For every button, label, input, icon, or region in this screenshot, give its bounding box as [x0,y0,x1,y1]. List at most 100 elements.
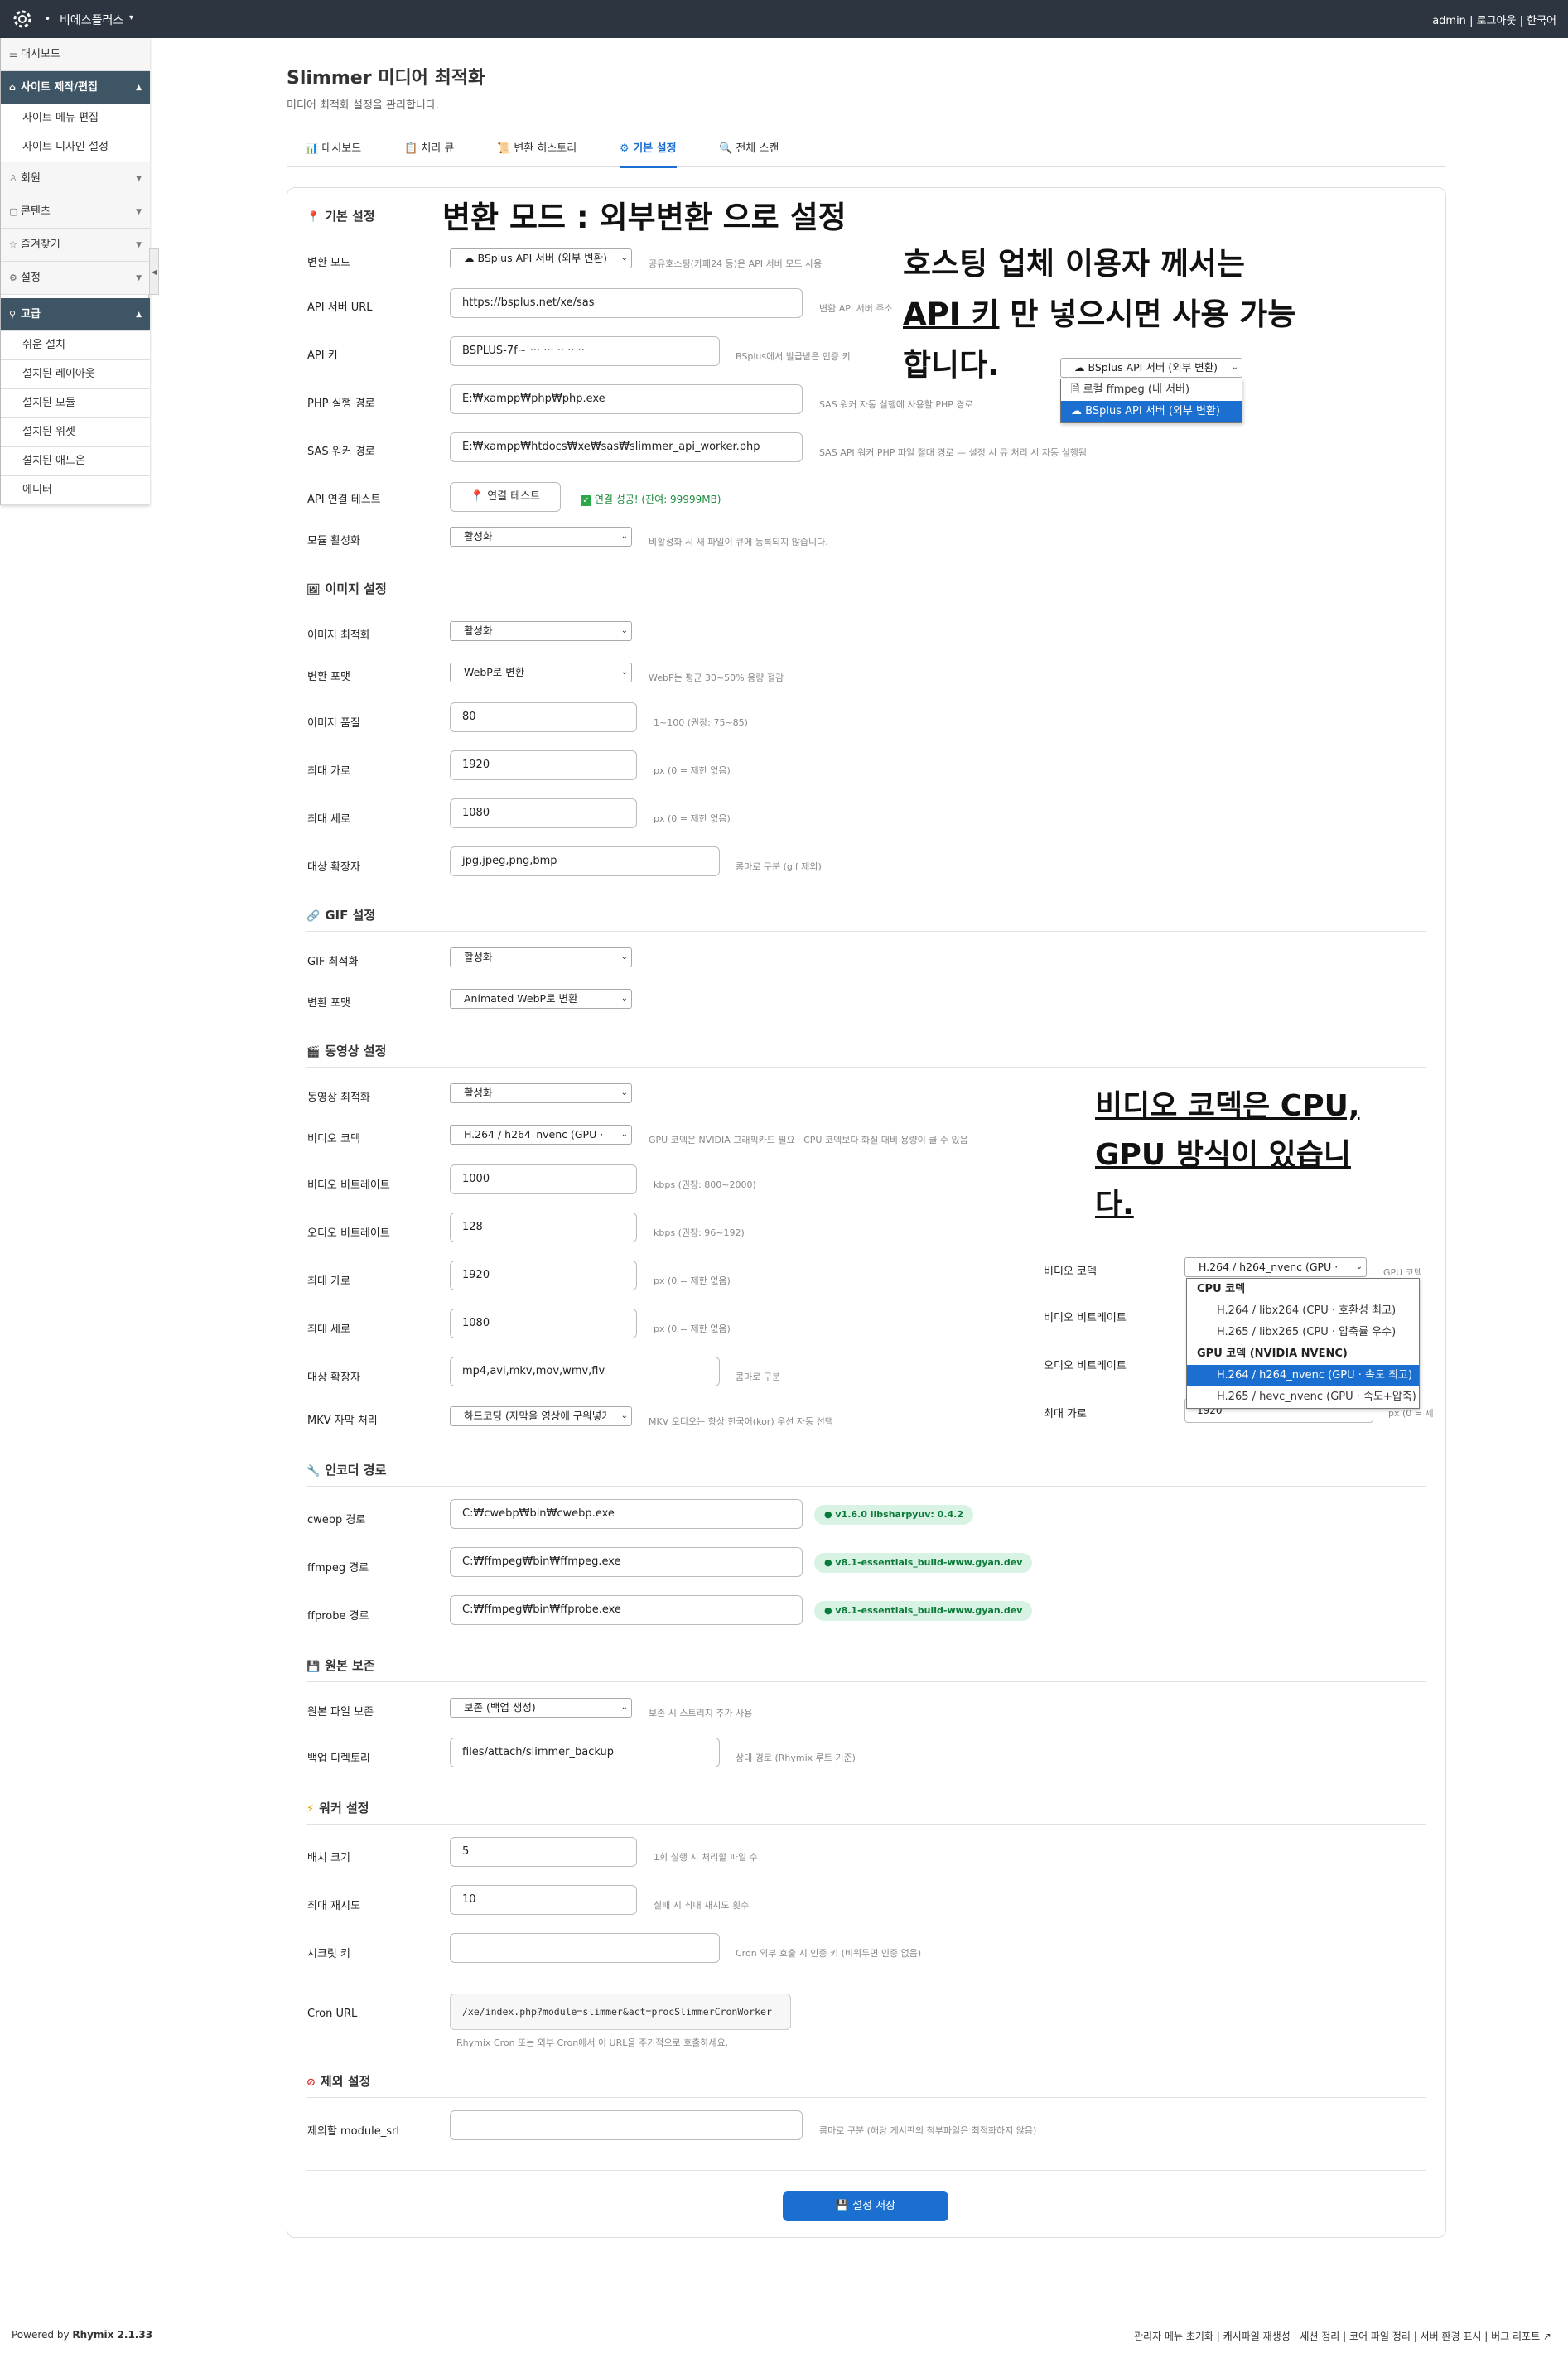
gif-format-label: 변환 포맷 [307,997,350,1010]
image-format-select[interactable]: WebP로 변환 ⌄ [450,663,632,682]
page-description: 미디어 최적화 설정을 관리합니다. [287,99,439,112]
section-video: 🎬 동영상 설정 [306,1044,387,1058]
tab-queue[interactable]: 📋 처리 큐 [404,139,454,155]
annotation-codec: 비디오 코덱은 CPU, GPU 방식이 있습니 다. [1095,1089,1360,1222]
sidebar-item-dashboard[interactable]: ☰ 대시보드 [1,38,150,71]
image-quality-input[interactable]: 80 [450,702,637,732]
video-opt-select[interactable]: 활성화 ⌄ [450,1083,632,1103]
sas-path-input[interactable]: E:₩xampp₩htdocs₩xe₩sas₩slimmer_api_worke… [450,432,803,462]
snippet-abitrate-label: 오디오 비트레이트 [1044,1360,1127,1372]
chevron-down-icon: ⌄ [1231,363,1238,372]
image-ext-input[interactable]: jpg,jpeg,png,bmp [450,846,720,876]
video-max-height-input[interactable]: 1080 [450,1309,637,1338]
language-link[interactable]: 한국어 [1527,15,1556,27]
page-title: Slimmer 미디어 최적화 [287,68,485,89]
sidebar-item-members[interactable]: ♙ 회원 ▼ [1,162,150,195]
gear-icon: ⚙ [9,272,17,283]
sidebar-item-favorites[interactable]: ☆ 즐겨찾기 ▼ [1,229,150,262]
batch-size-input[interactable]: 5 [450,1837,637,1867]
image-max-height-input[interactable]: 1080 [450,798,637,828]
mode-select[interactable]: ☁ BSplus API 서버 (외부 변환) ⌄ [450,248,632,268]
api-url-input[interactable]: https://bsplus.net/xe/sas [450,288,803,318]
sidebar-sub-site-menu[interactable]: 사이트 메뉴 편집 [1,104,150,133]
mode-option-api[interactable]: ☁ BSplus API 서버 (외부 변환) [1061,401,1242,422]
tab-full-scan[interactable]: 🔍 전체 스캔 [719,139,779,155]
sidebar-sub-site-design[interactable]: 사이트 디자인 설정 [1,133,150,162]
chevron-down-icon: ⌄ [620,1088,628,1097]
image-opt-select[interactable]: 활성화 ⌄ [450,621,632,641]
footer-links[interactable]: 관리자 메뉴 초기화 | 캐시파일 재생성 | 세션 정리 | 코어 파일 정리… [1134,2329,1551,2343]
sidebar-item-settings[interactable]: ⚙ 설정 ▼ [1,262,150,295]
audio-bitrate-input[interactable]: 128 [450,1213,637,1242]
max-retry-input[interactable]: 10 [450,1885,637,1915]
codec-group-cpu: CPU 코덱 [1197,1283,1246,1295]
logout-link[interactable]: 로그아웃 [1477,15,1517,27]
module-enable-select[interactable]: 활성화 ⌄ [450,527,632,547]
sidebar-sub-editor[interactable]: 에디터 [1,476,150,505]
admin-sidebar: ☰ 대시보드 ⌂ 사이트 제작/편집 ▲ 사이트 메뉴 편집 사이트 디자인 설정 ♙… [0,38,150,505]
image-icon: 🖼 [306,584,321,596]
sidebar-item-contents[interactable]: ▢ 콘텐츠 ▼ [1,195,150,229]
sidebar-collapse-handle[interactable]: ◀ [149,248,159,295]
sidebar-sub-modules[interactable]: 설치된 모듈 [1,389,150,418]
codec-option-libx265[interactable]: H.265 / libx265 (CPU · 압축률 우수) [1187,1322,1419,1343]
codec-select-snippet[interactable]: H.264 / h264_nvenc (GPU · 속도 최고)⌄ [1184,1257,1367,1277]
chevron-down-icon: ⌄ [620,952,628,962]
save-settings-button[interactable]: 💾 설정 저장 [783,2191,948,2221]
exclude-srl-input[interactable] [450,2110,803,2140]
backup-dir-input[interactable]: files/attach/slimmer_backup [450,1738,720,1767]
save-icon: 💾 [835,2200,853,2212]
video-ext-input[interactable]: mp4,avi,mkv,mov,wmv,flv [450,1357,720,1386]
snippet-vbitrate-label: 비디오 비트레이트 [1044,1312,1127,1324]
image-max-width-input[interactable]: 1920 [450,750,637,780]
section-gif: 🔗 GIF 설정 [306,908,376,923]
sidebar-sub-easy-install[interactable]: 쉬운 설치 [1,331,150,360]
link-icon: 🔗 [306,910,321,923]
image-max-width-label: 최대 가로 [307,765,350,778]
cron-url-code[interactable]: /xe/index.php?module=slimmer&act=procSli… [450,1994,791,2030]
ffmpeg-path-input[interactable]: C:₩ffmpeg₩bin₩ffmpeg.exe [450,1547,803,1577]
php-path-input[interactable]: E:₩xampp₩php₩php.exe [450,384,803,414]
document-icon: ▢ [9,206,18,217]
api-key-input[interactable]: BSPLUS-7f~ ··· ··· ·· ·· ·· [450,336,720,366]
gif-opt-select[interactable]: 활성화 ⌄ [450,947,632,967]
chevron-down-icon[interactable]: ▾ [129,13,133,22]
ffprobe-path-input[interactable]: C:₩ffmpeg₩bin₩ffprobe.exe [450,1595,803,1625]
chevron-down-icon: ⌄ [620,1130,628,1139]
sidebar-sub-addons[interactable]: 설치된 애드온 [1,447,150,476]
codec-option-libx264[interactable]: H.264 / libx264 (CPU · 호환성 최고) [1187,1300,1419,1322]
annotation-mode: 변환 모드 : 외부변환 으로 설정 [442,200,847,235]
gif-format-select[interactable]: Animated WebP로 변환 ⌄ [450,989,632,1009]
rhymix-link[interactable]: Rhymix 2.1.33 [72,2329,152,2341]
video-max-width-input[interactable]: 1920 [450,1261,637,1290]
cwebp-path-input[interactable]: C:₩cwebp₩bin₩cwebp.exe [450,1499,803,1529]
user-name-link[interactable]: admin [1432,15,1466,27]
mode-option-local[interactable]: 🗎 로컬 ffmpeg (내 서버) [1061,379,1242,401]
gear-logo-icon[interactable] [12,8,33,30]
chevron-down-icon: ⌄ [1355,1262,1363,1271]
tab-history[interactable]: 📜 변환 히스토리 [497,139,577,155]
tab-basic-settings[interactable]: ⚙ 기본 설정 [620,139,677,168]
connection-test-button[interactable]: 📍 연결 테스트 [450,482,561,512]
image-max-height-label: 최대 세로 [307,813,350,826]
sidebar-item-site[interactable]: ⌂ 사이트 제작/편집 ▲ [1,71,150,104]
mode-select-snippet[interactable]: ☁ BSplus API 서버 (외부 변환) ⌄ [1060,358,1242,378]
video-codec-select[interactable]: H.264 / h264_nvenc (GPU · 속도 최고)⌄ [450,1125,632,1145]
sidebar-sub-layouts[interactable]: 설치된 레이아웃 [1,360,150,389]
gear-icon: ⚙ [620,142,634,155]
sidebar-sub-widgets[interactable]: 설치된 위젯 [1,418,150,447]
secret-key-input[interactable] [450,1933,720,1963]
tab-dashboard[interactable]: 📊 대시보드 [305,139,361,155]
video-bitrate-input[interactable]: 1000 [450,1164,637,1194]
sidebar-item-advanced[interactable]: ⚲ 고급 ▲ [1,298,150,331]
video-bitrate-label: 비디오 비트레이트 [307,1179,390,1192]
site-name-link[interactable]: 비에스플러스 [60,12,123,28]
codec-option-h264-nvenc[interactable]: H.264 / h264_nvenc (GPU · 속도 최고) [1187,1365,1419,1386]
secret-key-label: 시크릿 키 [307,1948,350,1960]
keep-original-select[interactable]: 보존 (백업 생성) ⌄ [450,1698,632,1718]
mkv-subtitle-label: MKV 자막 처리 [307,1415,378,1427]
pin-icon: 📍 [470,490,488,503]
codec-option-hevc-nvenc[interactable]: H.265 / hevc_nvenc (GPU · 속도+압축) [1187,1386,1419,1408]
chevron-up-icon: ▲ [136,311,142,319]
mkv-subtitle-select[interactable]: 하드코딩 (자막을 영상에 구워넣기) ⌄ [450,1406,632,1426]
